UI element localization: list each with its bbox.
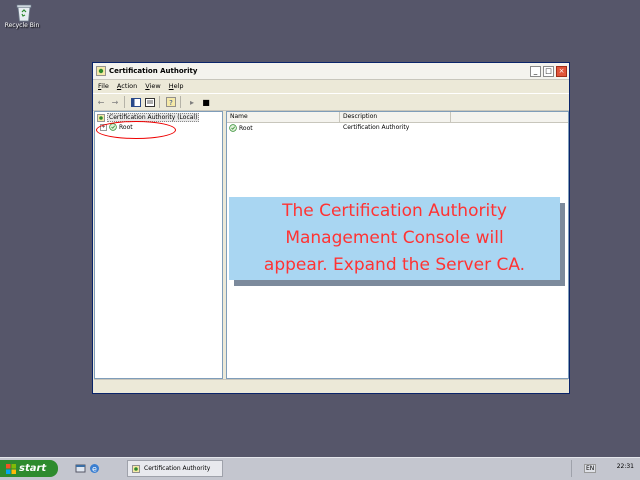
language-indicator[interactable]: EN bbox=[584, 464, 597, 473]
list-header: Name Description bbox=[227, 112, 568, 123]
certificate-app-icon bbox=[96, 66, 106, 76]
close-button[interactable]: × bbox=[556, 65, 567, 77]
back-button[interactable]: ← bbox=[95, 96, 107, 108]
toolbar-separator bbox=[159, 96, 160, 108]
menu-view[interactable]: View bbox=[145, 82, 160, 90]
menu-bar: File Action View Help bbox=[93, 80, 569, 91]
console-tree-pane[interactable]: Certification Authority (Local) + Root bbox=[94, 111, 223, 379]
menu-action[interactable]: Action bbox=[117, 82, 137, 90]
forward-button[interactable]: → bbox=[109, 96, 121, 108]
server-ca-icon bbox=[229, 124, 237, 132]
help-button[interactable]: ? bbox=[165, 96, 177, 108]
toolbar-separator bbox=[180, 96, 181, 108]
stop-icon: ■ bbox=[202, 97, 210, 107]
back-arrow-icon: ← bbox=[97, 97, 105, 107]
show-hide-tree-button[interactable] bbox=[130, 96, 142, 108]
play-icon: ▸ bbox=[189, 97, 194, 107]
window-title: Certification Authority bbox=[109, 67, 198, 75]
system-tray: EN 22:31 bbox=[571, 460, 640, 477]
minimize-icon: _ bbox=[533, 66, 538, 75]
minimize-button[interactable]: _ bbox=[530, 65, 541, 77]
stop-service-button[interactable]: ■ bbox=[200, 96, 212, 108]
toolbar-separator bbox=[124, 96, 125, 108]
column-header-empty bbox=[451, 112, 570, 122]
list-item-description: Certification Authority bbox=[343, 124, 410, 131]
start-service-button[interactable]: ▸ bbox=[186, 96, 198, 108]
certificate-authority-icon bbox=[97, 113, 105, 122]
clock[interactable]: 22:31 bbox=[617, 463, 634, 470]
close-icon: × bbox=[558, 66, 565, 75]
start-label: start bbox=[19, 463, 47, 474]
export-list-button[interactable] bbox=[144, 96, 156, 108]
svg-text:?: ? bbox=[169, 99, 173, 107]
taskbar-button-certification-authority[interactable]: Certification Authority bbox=[127, 460, 223, 477]
column-header-description[interactable]: Description bbox=[340, 112, 451, 122]
column-header-name[interactable]: Name bbox=[227, 112, 340, 122]
recycle-bin-label: Recycle Bin bbox=[4, 22, 40, 29]
svg-text:e: e bbox=[92, 465, 97, 474]
forward-arrow-icon: → bbox=[111, 97, 119, 107]
recycle-bin-icon bbox=[16, 4, 32, 22]
recycle-bin-desktop-icon[interactable]: Recycle Bin bbox=[5, 2, 42, 29]
toolbar: ← → ? ▸ ■ bbox=[93, 93, 569, 111]
windows-logo-icon bbox=[6, 463, 16, 474]
status-bar bbox=[94, 379, 568, 392]
title-bar[interactable]: Certification Authority _ □ × bbox=[93, 63, 569, 80]
taskbar: start e Certification Authority EN 22:31 bbox=[0, 457, 640, 480]
help-icon: ? bbox=[166, 97, 176, 107]
maximize-button[interactable]: □ bbox=[543, 65, 554, 77]
list-item-name: Root bbox=[239, 124, 253, 132]
menu-file[interactable]: File bbox=[98, 82, 109, 90]
taskbar-button-label: Certification Authority bbox=[144, 465, 211, 472]
list-item[interactable]: Root Certification Authority bbox=[227, 124, 568, 133]
export-list-icon bbox=[145, 97, 155, 107]
instruction-callout: The Certification Authority Management C… bbox=[229, 197, 560, 280]
start-button[interactable]: start bbox=[0, 460, 58, 477]
maximize-icon: □ bbox=[545, 66, 552, 75]
highlight-ellipse bbox=[96, 121, 176, 139]
callout-text: The Certification Authority Management C… bbox=[263, 201, 526, 275]
menu-help[interactable]: Help bbox=[169, 82, 184, 90]
console-tree-icon bbox=[131, 97, 141, 107]
show-desktop-icon[interactable] bbox=[75, 463, 86, 474]
certificate-app-icon bbox=[132, 464, 140, 473]
internet-explorer-icon[interactable]: e bbox=[89, 463, 100, 474]
